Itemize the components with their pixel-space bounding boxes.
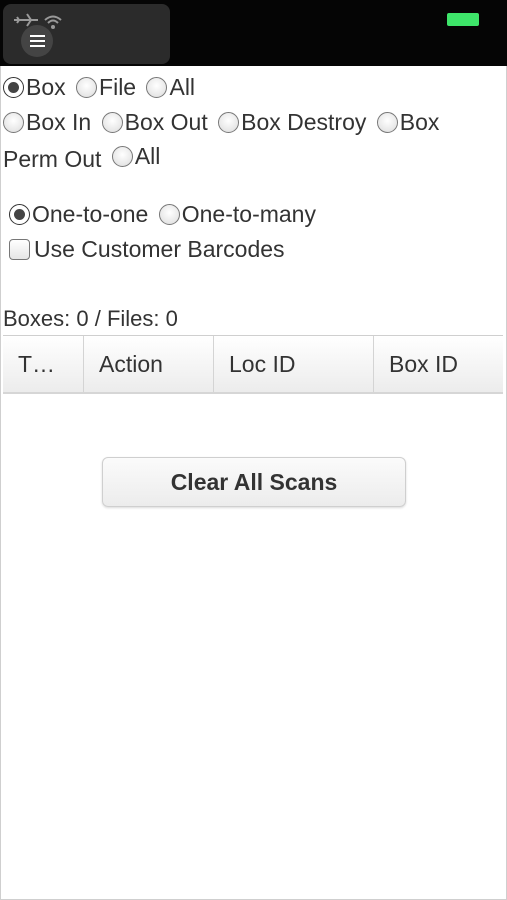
mapping-group: One-to-one One-to-many	[9, 201, 320, 231]
column-header-loc-id[interactable]: Loc ID	[214, 336, 374, 392]
filter-option-label: File	[99, 74, 137, 100]
battery-icon	[447, 13, 479, 26]
mapping-option-label: One-to-many	[181, 201, 316, 227]
action-option-box-destroy[interactable]: Box Destroy	[218, 109, 366, 136]
column-header-type[interactable]: T…	[3, 336, 84, 392]
radio-box-perm-out[interactable]	[376, 112, 398, 133]
action-option-all[interactable]: All	[111, 143, 161, 170]
scans-table-header: T… Action Loc ID Box ID	[3, 335, 503, 394]
customer-barcodes-option[interactable]: Use Customer Barcodes	[9, 236, 285, 263]
scan-summary: Boxes: 0 / Files: 0	[3, 306, 178, 331]
radio-all[interactable]	[146, 77, 168, 98]
filter-option-label: Box	[26, 74, 66, 100]
action-type-group: Box In Box Out Box Destroy Box	[3, 109, 443, 139]
customer-barcodes-checkbox[interactable]	[9, 239, 30, 260]
filter-option-label: All	[169, 74, 196, 100]
action-option-box-in[interactable]: Box In	[3, 109, 91, 136]
filter-option-box[interactable]: Box	[3, 74, 66, 101]
radio-action-all[interactable]	[111, 146, 133, 167]
action-option-box-perm-out[interactable]: Box	[376, 109, 440, 136]
filter-option-all[interactable]: All	[146, 74, 195, 101]
filter-option-file[interactable]: File	[76, 74, 136, 101]
menu-button[interactable]	[3, 4, 170, 64]
radio-box-in[interactable]	[3, 112, 24, 133]
column-header-box-id[interactable]: Box ID	[374, 336, 503, 392]
action-option-label: Box Destroy	[241, 109, 367, 135]
action-type-group-cont: Perm Out All	[3, 143, 164, 173]
radio-one-to-many[interactable]	[158, 204, 180, 225]
mapping-option-one-to-one[interactable]: One-to-one	[9, 201, 148, 228]
customer-barcodes-row: Use Customer Barcodes	[9, 236, 289, 266]
clear-all-scans-button[interactable]: Clear All Scans	[102, 457, 406, 507]
customer-barcodes-label: Use Customer Barcodes	[34, 236, 285, 262]
radio-box-destroy[interactable]	[218, 112, 240, 133]
radio-box-out[interactable]	[101, 112, 123, 133]
filter-type-group: Box File All	[3, 74, 199, 104]
menu-icon[interactable]	[21, 25, 53, 57]
radio-file[interactable]	[76, 77, 98, 98]
action-option-label: All	[134, 143, 161, 169]
mapping-option-one-to-many[interactable]: One-to-many	[158, 201, 316, 228]
action-option-label-wrap: Perm Out	[3, 146, 102, 172]
radio-one-to-one[interactable]	[9, 204, 30, 225]
column-header-action[interactable]: Action	[84, 336, 214, 392]
mapping-option-label: One-to-one	[32, 201, 149, 227]
action-option-label: Box In	[26, 109, 92, 135]
status-bar	[0, 0, 507, 66]
action-option-label-wrap: Box	[399, 109, 440, 135]
action-option-label: Box Out	[124, 109, 208, 135]
radio-box[interactable]	[3, 77, 24, 98]
action-option-box-out[interactable]: Box Out	[101, 109, 208, 136]
